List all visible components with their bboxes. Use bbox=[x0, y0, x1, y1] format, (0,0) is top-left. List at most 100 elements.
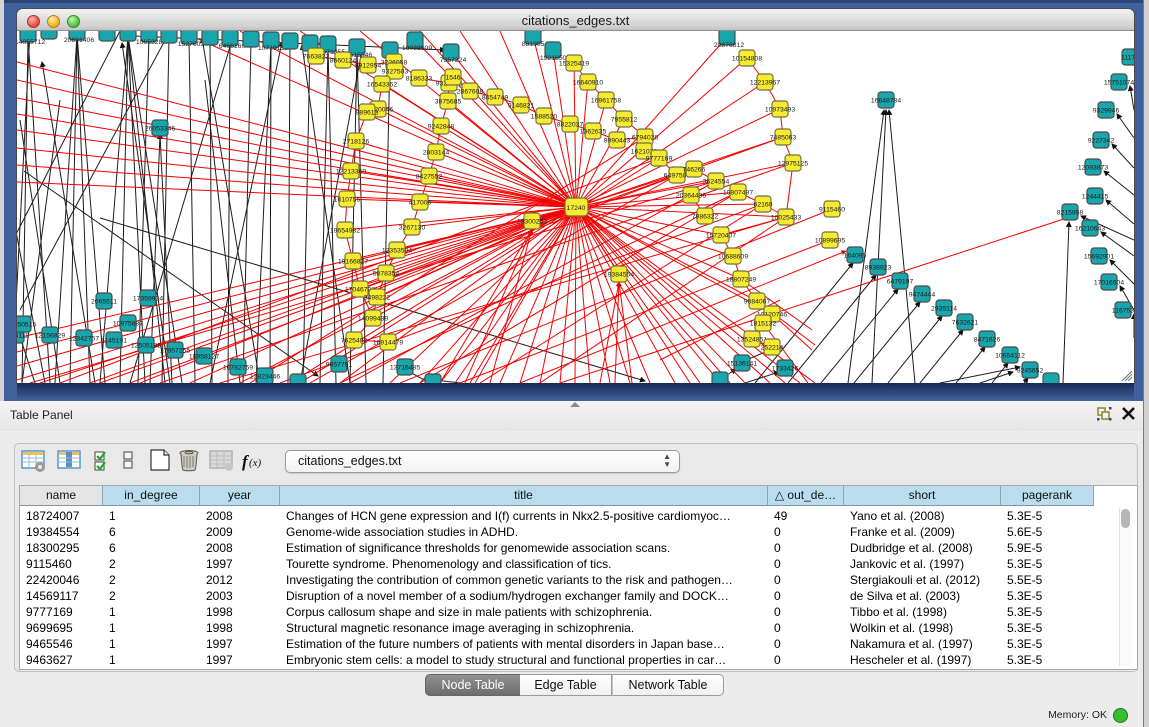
svg-text:9084067: 9084067 bbox=[744, 298, 771, 305]
svg-text:16543362: 16543362 bbox=[367, 81, 397, 88]
svg-text:19300253: 19300253 bbox=[517, 218, 547, 225]
svg-text:9227342: 9227342 bbox=[1088, 137, 1115, 144]
svg-text:8938923: 8938923 bbox=[865, 264, 892, 271]
svg-text:16961758: 16961758 bbox=[591, 97, 621, 104]
svg-text:17016504: 17016504 bbox=[1094, 279, 1124, 286]
svg-text:12213369: 12213369 bbox=[336, 168, 366, 175]
svg-text:15136141: 15136141 bbox=[727, 360, 757, 367]
svg-text:12093873: 12093873 bbox=[1078, 164, 1108, 171]
svg-text:10899695: 10899695 bbox=[815, 237, 845, 244]
svg-text:26053346: 26053346 bbox=[145, 125, 175, 132]
svg-text:13716485: 13716485 bbox=[390, 364, 420, 371]
svg-text:8912954: 8912954 bbox=[355, 62, 382, 69]
svg-text:8186323: 8186323 bbox=[406, 75, 433, 82]
svg-text:17240: 17240 bbox=[567, 205, 586, 212]
svg-text:3498222: 3498222 bbox=[364, 294, 391, 301]
svg-text:7485063: 7485063 bbox=[770, 134, 797, 141]
svg-text:10654112: 10654112 bbox=[995, 352, 1025, 359]
svg-text:9115460: 9115460 bbox=[819, 206, 845, 213]
svg-text:2935114: 2935114 bbox=[931, 305, 957, 312]
svg-text:252214: 252214 bbox=[761, 344, 784, 351]
svg-text:12156829: 12156829 bbox=[35, 332, 65, 339]
svg-text:(x): (x) bbox=[249, 457, 262, 469]
svg-text:16210643: 16210643 bbox=[1075, 225, 1105, 232]
svg-text:10973493: 10973493 bbox=[765, 106, 795, 113]
svg-text:12975125: 12975125 bbox=[778, 160, 808, 167]
svg-text:1145191: 1145191 bbox=[101, 337, 127, 344]
svg-text:16640910: 16640910 bbox=[573, 79, 603, 86]
svg-text:7955812: 7955812 bbox=[611, 116, 638, 123]
svg-text:7663822: 7663822 bbox=[303, 53, 330, 60]
svg-text:8471626: 8471626 bbox=[974, 336, 1001, 343]
svg-text:1527602: 1527602 bbox=[178, 41, 205, 48]
svg-text:7986322: 7986322 bbox=[692, 213, 719, 220]
svg-text:9474444: 9474444 bbox=[909, 291, 936, 298]
svg-text:1733426: 1733426 bbox=[772, 365, 799, 372]
svg-text:9242848: 9242848 bbox=[428, 123, 455, 130]
svg-text:2803144: 2803144 bbox=[423, 149, 450, 156]
svg-text:16648784: 16648784 bbox=[871, 97, 901, 104]
svg-text:16033809: 16033809 bbox=[402, 45, 432, 52]
svg-text:8215958: 8215958 bbox=[1057, 209, 1084, 216]
svg-text:3624554: 3624554 bbox=[703, 178, 730, 185]
svg-text:17359934: 17359934 bbox=[133, 295, 163, 302]
svg-text:746266: 746266 bbox=[683, 166, 706, 173]
svg-text:12342757: 12342757 bbox=[69, 335, 99, 342]
svg-text:10688609: 10688609 bbox=[718, 253, 748, 260]
svg-text:15720407: 15720407 bbox=[706, 232, 736, 239]
svg-text:11173: 11173 bbox=[1121, 54, 1134, 61]
svg-text:10025433: 10025433 bbox=[771, 214, 801, 221]
svg-text:12823446: 12823446 bbox=[250, 373, 280, 380]
svg-text:8427552: 8427552 bbox=[416, 173, 443, 180]
svg-text:1362635: 1362635 bbox=[580, 128, 607, 135]
svg-text:19384554: 19384554 bbox=[604, 271, 634, 278]
svg-text:2867608: 2867608 bbox=[457, 88, 484, 95]
svg-text:12353594: 12353594 bbox=[382, 247, 412, 254]
svg-text:12213967: 12213967 bbox=[750, 79, 780, 86]
svg-text:6794028: 6794028 bbox=[632, 134, 659, 141]
svg-text:1546: 1546 bbox=[445, 74, 460, 81]
svg-text:164095: 164095 bbox=[844, 252, 867, 259]
svg-text:2718126: 2718126 bbox=[343, 138, 370, 145]
svg-text:1588520: 1588520 bbox=[531, 113, 558, 120]
svg-text:10154808: 10154808 bbox=[732, 55, 762, 62]
svg-text:19654982: 19654982 bbox=[330, 227, 360, 234]
svg-text:20691406: 20691406 bbox=[64, 37, 94, 44]
svg-text:62160: 62160 bbox=[754, 201, 773, 208]
svg-text:8822037: 8822037 bbox=[557, 121, 584, 128]
svg-text:19166827: 19166827 bbox=[338, 258, 368, 265]
svg-text:9857791: 9857791 bbox=[326, 361, 353, 368]
svg-text:15692901: 15692901 bbox=[1084, 253, 1114, 260]
svg-text:8660124: 8660124 bbox=[330, 57, 357, 64]
svg-text:417006: 417006 bbox=[409, 199, 432, 206]
svg-text:9327503: 9327503 bbox=[382, 68, 409, 75]
svg-text:9329946: 9329946 bbox=[1093, 107, 1120, 114]
svg-text:7357224: 7357224 bbox=[440, 57, 467, 64]
svg-text:16782759: 16782759 bbox=[223, 364, 253, 371]
svg-text:9146821: 9146821 bbox=[508, 102, 535, 109]
svg-text:116753: 116753 bbox=[1112, 307, 1134, 314]
svg-text:20364436: 20364436 bbox=[676, 192, 706, 199]
svg-text:15751074: 15751074 bbox=[1104, 79, 1134, 86]
svg-text:12505135: 12505135 bbox=[131, 342, 161, 349]
svg-text:1244415: 1244415 bbox=[1082, 193, 1109, 200]
svg-text:18807249: 18807249 bbox=[726, 276, 756, 283]
svg-text:20876812: 20876812 bbox=[714, 42, 744, 49]
svg-text:10807487: 10807487 bbox=[723, 189, 753, 196]
svg-text:9245652: 9245652 bbox=[1017, 367, 1044, 374]
svg-text:8454749: 8454749 bbox=[482, 94, 509, 101]
svg-text:7625402: 7625402 bbox=[341, 337, 368, 344]
svg-text:16914479: 16914479 bbox=[373, 339, 403, 346]
svg-text:1815132: 1815132 bbox=[750, 320, 777, 327]
svg-text:13524851: 13524851 bbox=[737, 336, 767, 343]
svg-text:15325419: 15325419 bbox=[559, 60, 589, 67]
svg-text:14099489: 14099489 bbox=[358, 315, 388, 322]
svg-text:3875685: 3875685 bbox=[435, 98, 462, 105]
svg-text:14055712: 14055712 bbox=[17, 39, 45, 46]
svg-text:1350515: 1350515 bbox=[17, 321, 36, 328]
svg-text:5878354: 5878354 bbox=[373, 270, 400, 277]
svg-text:6466160: 6466160 bbox=[219, 43, 246, 50]
svg-text:10975887: 10975887 bbox=[113, 320, 143, 327]
svg-text:2065511: 2065511 bbox=[91, 298, 117, 305]
svg-text:10958127: 10958127 bbox=[189, 353, 219, 360]
